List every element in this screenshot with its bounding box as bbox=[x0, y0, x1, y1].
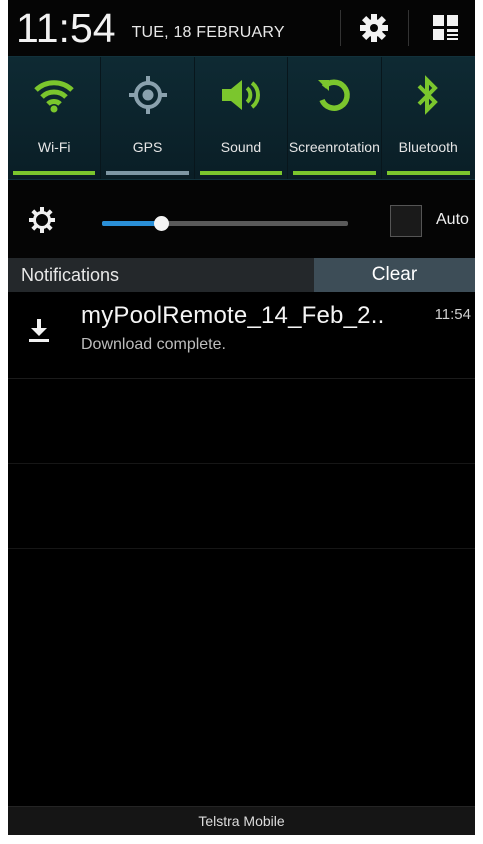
rotation-icon bbox=[318, 79, 351, 111]
settings-button[interactable] bbox=[354, 10, 394, 46]
status-header: 11:54 TUE, 18 FEBRUARY bbox=[8, 0, 475, 56]
toggle-label: Bluetooth bbox=[398, 138, 458, 155]
toggle-label: GPS bbox=[132, 138, 163, 155]
notification-title: myPoolRemote_14_Feb_2.. bbox=[81, 302, 385, 329]
quick-toggles: Wi-Fi GPS Sound Screen rotation Bluetoot… bbox=[8, 56, 475, 180]
gps-icon bbox=[128, 76, 167, 114]
toggle-label-line2: rotation bbox=[333, 138, 380, 155]
download-icon bbox=[28, 318, 50, 349]
clear-button[interactable]: Clear bbox=[314, 258, 475, 292]
notification-time: 11:54 bbox=[434, 306, 471, 323]
toggle-gps[interactable]: GPS bbox=[101, 57, 195, 179]
toggle-bluetooth[interactable]: Bluetooth bbox=[382, 57, 475, 179]
bluetooth-icon bbox=[417, 75, 439, 115]
toggle-label: Sound bbox=[220, 138, 262, 155]
carrier-label: Telstra Mobile bbox=[8, 806, 475, 835]
toggle-wifi[interactable]: Wi-Fi bbox=[8, 57, 102, 179]
notifications-title: Notifications bbox=[21, 265, 120, 285]
brightness-slider-thumb[interactable] bbox=[154, 216, 170, 231]
toggle-label-line1: Screen bbox=[288, 138, 334, 155]
toggle-label: Wi-Fi bbox=[37, 138, 71, 155]
empty-notification-row bbox=[8, 379, 475, 464]
notification-panel: 11:54 TUE, 18 FEBRUARY Wi-Fi GPS Sound S… bbox=[8, 0, 475, 835]
gear-icon bbox=[360, 14, 388, 42]
notifications-header: Notifications Clear bbox=[8, 258, 475, 292]
brightness-slider[interactable] bbox=[102, 216, 348, 231]
toggle-indicator-on bbox=[13, 171, 96, 175]
notification-item[interactable]: myPoolRemote_14_Feb_2.. 11:54 Download c… bbox=[8, 292, 475, 379]
clock-time: 11:54 bbox=[16, 5, 116, 51]
grid-edit-icon bbox=[433, 15, 458, 40]
header-divider bbox=[340, 10, 341, 46]
toggle-screen-rotation[interactable]: Screen rotation bbox=[288, 57, 382, 179]
toggle-indicator-off bbox=[106, 171, 189, 175]
auto-brightness-label: Auto bbox=[436, 211, 469, 228]
toggle-indicator-on bbox=[386, 171, 470, 175]
wifi-icon bbox=[34, 80, 74, 113]
brightness-row: Auto bbox=[8, 180, 475, 258]
header-divider bbox=[408, 10, 409, 46]
toggle-indicator-on bbox=[199, 171, 283, 175]
date-label: TUE, 18 FEBRUARY bbox=[131, 24, 285, 41]
auto-brightness-checkbox[interactable] bbox=[390, 205, 422, 237]
brightness-slider-fill bbox=[102, 221, 162, 226]
grid-edit-button[interactable] bbox=[426, 10, 466, 46]
toggle-label: Screen rotation bbox=[289, 131, 380, 163]
toggle-indicator-on bbox=[293, 171, 376, 175]
sound-icon bbox=[221, 80, 260, 110]
toggle-sound[interactable]: Sound bbox=[195, 57, 289, 179]
brightness-icon bbox=[28, 206, 56, 239]
empty-notification-row bbox=[8, 464, 475, 549]
notification-message: Download complete. bbox=[81, 336, 226, 353]
